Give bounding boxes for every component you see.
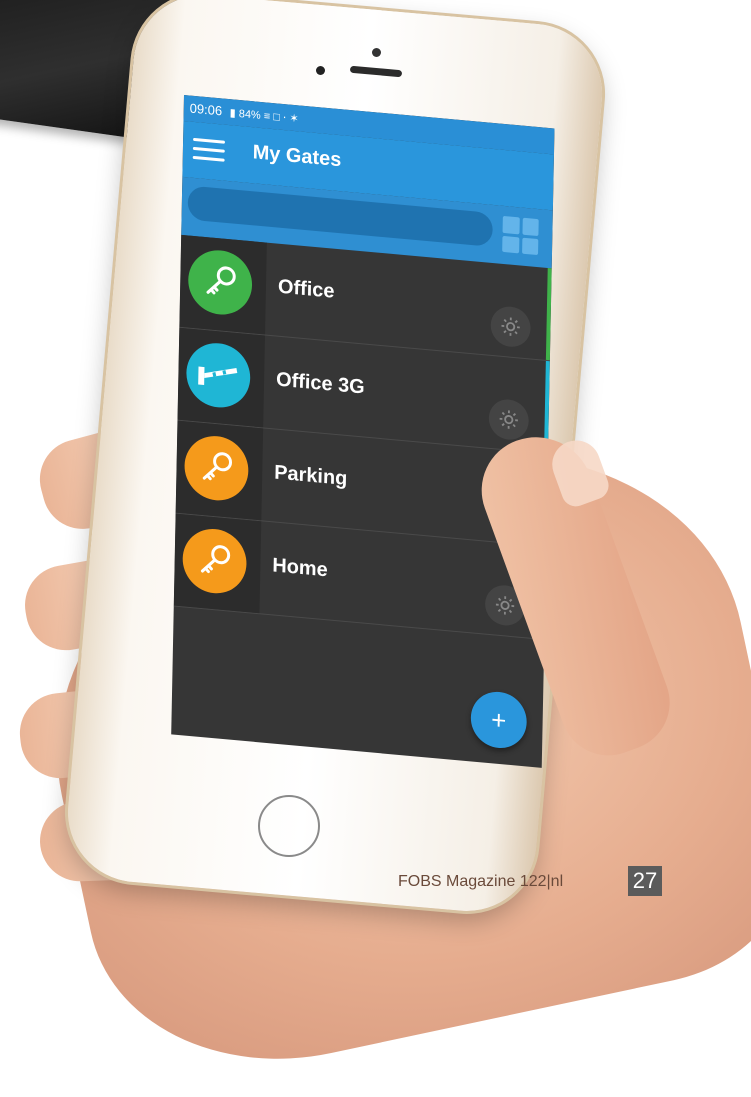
gate-name: Office 3G [275, 368, 365, 399]
gate-name: Office [277, 275, 335, 303]
gear-icon[interactable] [488, 397, 530, 442]
phone-screen: 09:06 ▮ 84% ≡ □ ⋅ ✶ My Gates Office Offi… [171, 95, 555, 768]
grid-view-icon[interactable] [502, 215, 539, 256]
status-time: 09:06 [189, 100, 223, 119]
front-camera [372, 48, 381, 57]
magazine-footer: FOBS Magazine 122|nl [398, 873, 564, 890]
menu-icon[interactable] [192, 137, 225, 163]
app-title: My Gates [252, 141, 342, 172]
gate-name: Parking [274, 461, 348, 491]
home-button[interactable] [258, 795, 320, 857]
gate-name: Home [272, 554, 328, 582]
add-gate-button[interactable]: + [470, 689, 528, 751]
sensor [316, 66, 325, 75]
page-number: 27 [628, 866, 662, 896]
gate-list: Office Office 3G Parking Home [173, 234, 552, 640]
gear-icon[interactable] [490, 304, 531, 349]
status-icons: ▮ 84% ≡ □ ⋅ ✶ [229, 107, 299, 126]
